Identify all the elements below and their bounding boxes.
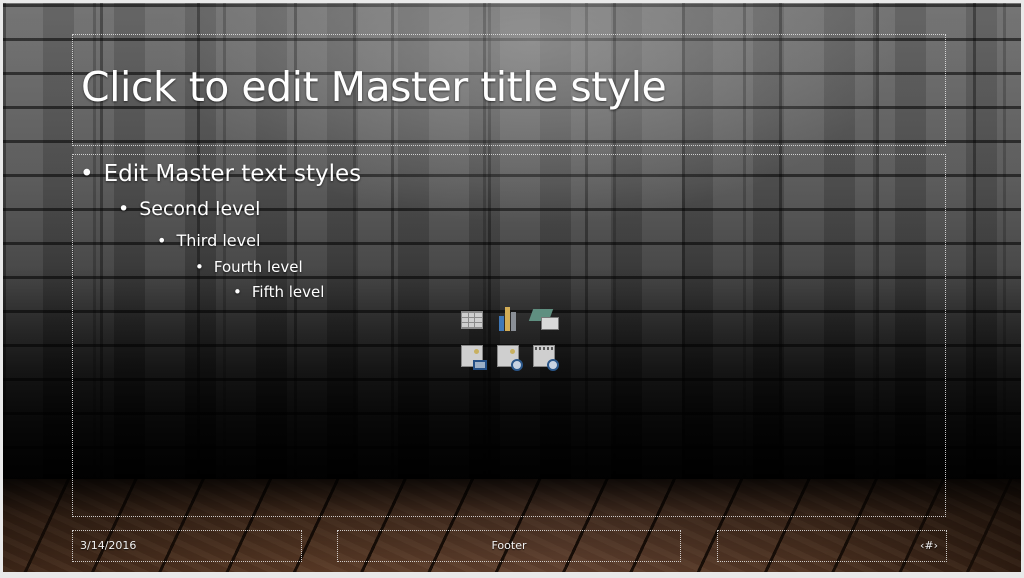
text-level-4-label: Fourth level xyxy=(213,258,303,276)
insert-chart-icon[interactable] xyxy=(499,307,519,331)
content-insert-icons xyxy=(459,307,567,373)
text-level-3[interactable]: • Third level xyxy=(157,231,260,250)
bullet-icon: • xyxy=(195,258,204,276)
text-level-5[interactable]: • Fifth level xyxy=(233,283,324,301)
text-level-3-label: Third level xyxy=(176,231,261,250)
text-level-2[interactable]: • Second level xyxy=(118,198,260,220)
slide-number-text: ‹#› xyxy=(919,539,938,552)
master-title-text[interactable]: Click to edit Master title style xyxy=(81,63,667,111)
date-text: 3/14/2016 xyxy=(80,539,137,552)
bullet-icon: • xyxy=(157,231,167,250)
bullet-icon: • xyxy=(80,161,94,187)
content-placeholder[interactable]: • Edit Master text styles • Second level •… xyxy=(72,154,946,517)
slide-number-placeholder[interactable]: ‹#› xyxy=(717,530,947,562)
text-level-2-label: Second level xyxy=(139,198,261,220)
insert-online-picture-icon[interactable] xyxy=(497,345,523,371)
slide-canvas: Click to edit Master title style • Edit M… xyxy=(3,3,1021,572)
insert-smartart-icon[interactable] xyxy=(528,309,561,331)
text-level-4[interactable]: • Fourth level xyxy=(195,258,303,276)
footer-text: Footer xyxy=(491,539,527,552)
text-level-1[interactable]: • Edit Master text styles xyxy=(80,161,361,187)
text-level-1-label: Edit Master text styles xyxy=(103,161,362,187)
bullet-icon: • xyxy=(233,283,242,301)
insert-table-icon[interactable] xyxy=(461,311,483,329)
text-level-5-label: Fifth level xyxy=(251,283,325,301)
insert-video-icon[interactable] xyxy=(533,345,559,371)
bullet-icon: • xyxy=(118,198,130,220)
insert-picture-icon[interactable] xyxy=(461,345,487,370)
title-placeholder[interactable]: Click to edit Master title style xyxy=(72,34,946,146)
date-placeholder[interactable]: 3/14/2016 xyxy=(72,530,302,562)
footer-placeholder[interactable]: Footer xyxy=(337,530,681,562)
